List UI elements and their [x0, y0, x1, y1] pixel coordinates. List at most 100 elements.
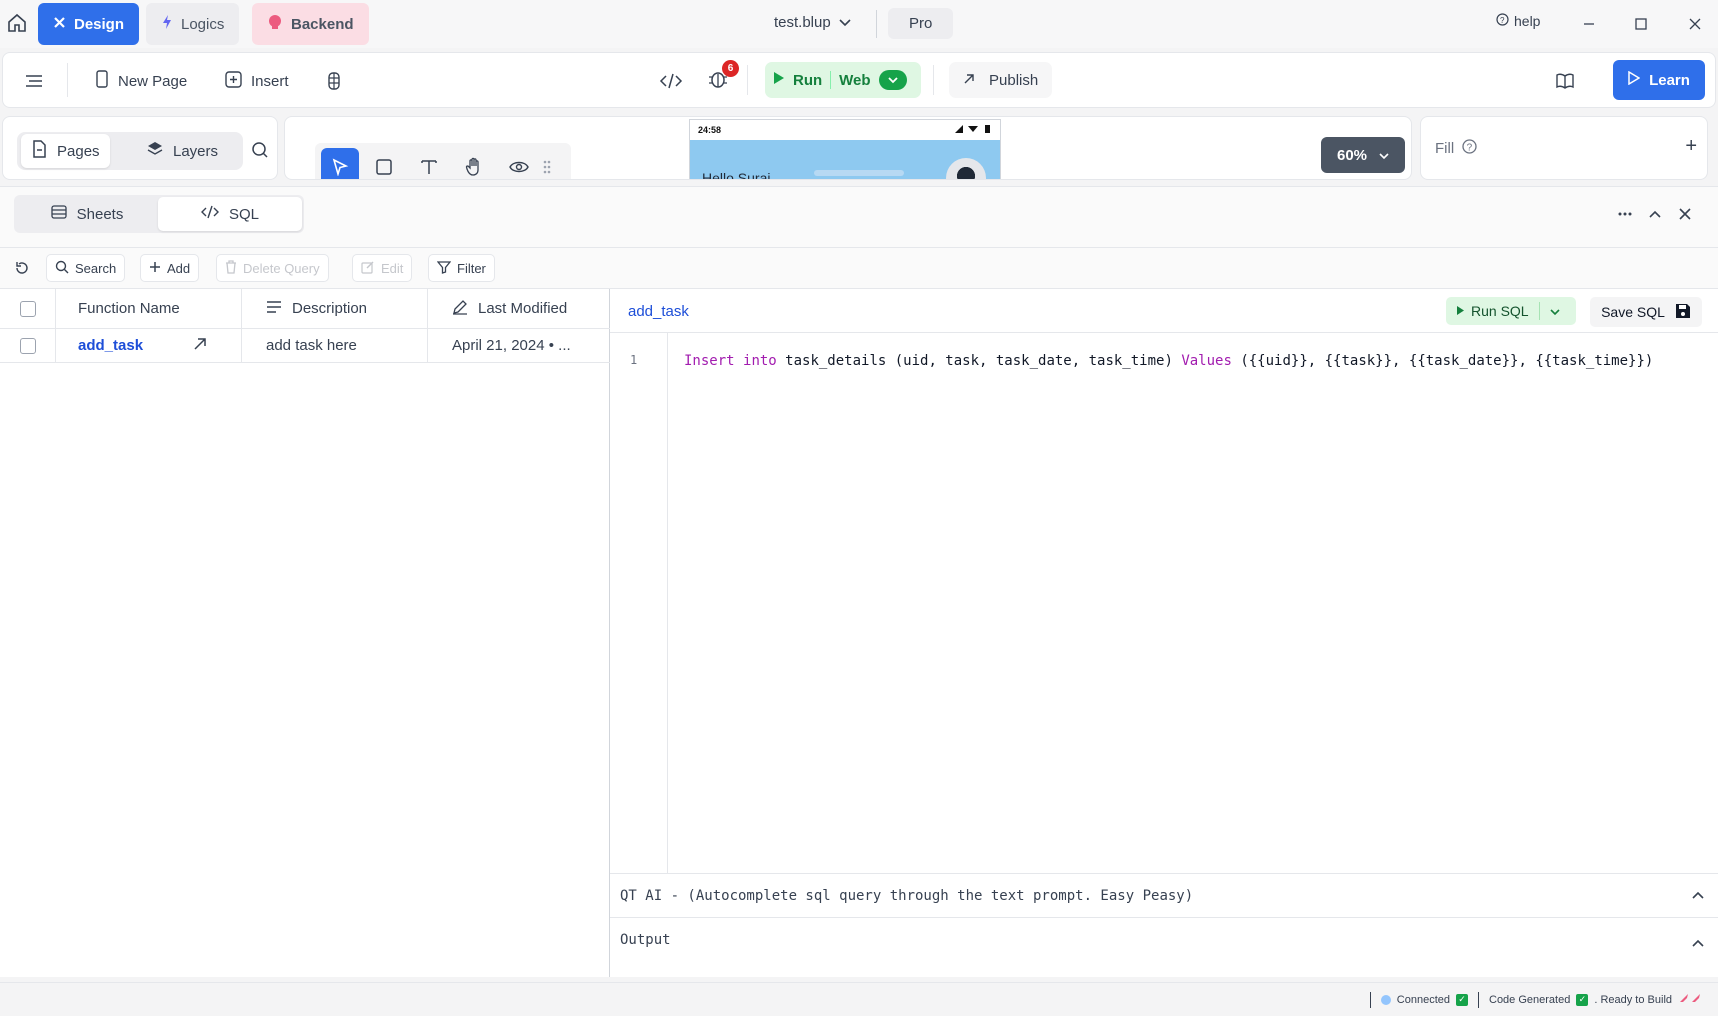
output-panel-toggle[interactable]: Output — [610, 917, 1718, 977]
search-icon[interactable] — [251, 141, 269, 162]
learn-button[interactable]: Learn — [1613, 60, 1705, 100]
collapse-panel-icon[interactable] — [1644, 203, 1666, 225]
filter-label: Filter — [457, 260, 486, 276]
function-name-link[interactable]: add_task — [78, 337, 143, 354]
add-fill-icon[interactable]: + — [1685, 135, 1697, 158]
avatar — [946, 158, 986, 179]
fill-section: Fill ? — [1435, 139, 1477, 158]
insert-label: Insert — [251, 72, 289, 90]
error-count-badge: 6 — [722, 60, 739, 77]
edit-icon — [361, 260, 375, 277]
search-icon — [55, 260, 69, 277]
code-area[interactable]: Insert into task_details (uid, task, tas… — [668, 333, 1718, 873]
row-checkbox[interactable] — [19, 337, 36, 354]
build-status: . Ready to Build — [1594, 993, 1672, 1006]
delete-query-button[interactable]: Delete Query — [216, 254, 329, 282]
toolbar-divider — [747, 65, 748, 95]
table-row[interactable]: add_task — [56, 329, 242, 363]
open-link-icon[interactable] — [193, 337, 207, 355]
plan-badge[interactable]: Pro — [888, 8, 954, 39]
logics-mode-button[interactable]: Logics — [146, 3, 240, 45]
design-mode-label: Design — [74, 15, 125, 33]
tab-pages[interactable]: Pages — [21, 134, 110, 168]
select-tool-icon[interactable] — [321, 148, 359, 179]
figma-icon[interactable] — [327, 68, 341, 94]
book-icon[interactable] — [1555, 68, 1575, 94]
platform-dropdown[interactable] — [878, 70, 907, 90]
design-mode-button[interactable]: Design — [38, 3, 140, 45]
pages-icon — [31, 140, 47, 162]
tab-sql[interactable]: SQL — [158, 197, 302, 231]
preview-eye-icon[interactable] — [500, 148, 538, 179]
help-label: help — [1514, 13, 1541, 29]
text-tool-icon[interactable] — [410, 148, 448, 179]
learn-label: Learn — [1649, 71, 1690, 89]
status-bar: Connected ✓ Code Generated ✓ . Ready to … — [0, 982, 1718, 1016]
question-icon: ? — [1496, 13, 1509, 29]
help-link[interactable]: ? help — [1496, 13, 1540, 29]
backend-tabs: Sheets SQL — [14, 195, 304, 233]
rectangle-tool-icon[interactable] — [365, 148, 403, 179]
save-sql-button[interactable]: Save SQL — [1590, 297, 1702, 327]
arrow-up-right-icon — [963, 72, 975, 89]
delete-label: Delete Query — [243, 260, 320, 276]
run-button[interactable]: Run — [793, 72, 822, 89]
insert-button[interactable]: Insert — [225, 68, 289, 94]
play-icon — [1456, 303, 1465, 319]
chevron-down-icon[interactable] — [1540, 303, 1570, 319]
pages-layers-switch: Pages Layers — [17, 132, 243, 170]
description-cell: add task here — [242, 329, 428, 363]
qt-ai-panel-toggle[interactable]: QT AI - (Autocomplete sql query through … — [610, 873, 1718, 917]
column-header-last-modified[interactable]: Last Modified — [428, 289, 610, 329]
question-icon[interactable]: ? — [1462, 139, 1477, 158]
phone-preview[interactable]: 24:58 Hello Suraj — [689, 119, 1001, 180]
column-header-description[interactable]: Description — [242, 289, 428, 329]
menu-icon[interactable] — [25, 68, 43, 94]
new-page-button[interactable]: New Page — [95, 68, 187, 94]
hand-tool-icon[interactable] — [455, 148, 493, 179]
title-bar: Design Logics Backend test.blup Pro ? he… — [0, 0, 1718, 48]
column-header-function-name[interactable]: Function Name — [56, 289, 242, 329]
more-options-icon[interactable] — [1614, 203, 1636, 225]
status-divider — [1478, 991, 1479, 1008]
zoom-dropdown[interactable]: 60% — [1321, 137, 1405, 173]
run-sql-button[interactable]: Run SQL — [1446, 302, 1540, 320]
phone-placeholder-bar — [814, 170, 904, 176]
toolbar-divider — [933, 65, 934, 95]
run-sql-label: Run SQL — [1471, 303, 1529, 319]
canvas-area: 24:58 Hello Suraj 60% — [284, 116, 1412, 180]
edit-button[interactable]: Edit — [352, 254, 413, 282]
properties-panel: Fill ? + — [1420, 116, 1708, 180]
project-file-dropdown[interactable]: test.blup — [774, 14, 851, 31]
phone-time: 24:58 — [698, 125, 722, 135]
close-panel-icon[interactable] — [1674, 203, 1696, 225]
select-all-checkbox[interactable] — [19, 300, 36, 317]
debug-button[interactable]: 6 — [707, 60, 739, 94]
home-icon[interactable] — [6, 12, 28, 34]
pages-layers-panel: Pages Layers — [2, 116, 278, 180]
add-query-button[interactable]: Add — [140, 254, 200, 282]
close-window-icon[interactable] — [1684, 13, 1706, 35]
design-icon — [53, 16, 66, 33]
logics-mode-label: Logics — [181, 15, 225, 33]
text-lines-icon — [266, 300, 282, 317]
new-page-label: New Page — [118, 72, 188, 90]
refresh-icon[interactable] — [14, 260, 30, 279]
qt-ai-label: QT AI - (Autocomplete sql query through … — [620, 887, 1194, 904]
drag-handle-icon[interactable] — [537, 148, 557, 179]
phone-greeting: Hello Suraj — [702, 170, 771, 180]
play-icon[interactable] — [773, 71, 785, 89]
row-select-cell — [0, 329, 56, 363]
backend-mode-button[interactable]: Backend — [252, 3, 369, 45]
tab-sheets[interactable]: Sheets — [18, 197, 156, 231]
sql-keyword: Values — [1181, 353, 1232, 369]
zoom-level: 60% — [1336, 146, 1368, 164]
search-button[interactable]: Search — [46, 254, 126, 282]
filter-button[interactable]: Filter — [428, 254, 495, 282]
minimize-icon[interactable] — [1578, 13, 1600, 35]
maximize-icon[interactable] — [1630, 13, 1652, 35]
platform-label: Web — [839, 71, 871, 89]
code-view-icon[interactable] — [659, 68, 683, 94]
publish-button[interactable]: Publish — [949, 62, 1053, 98]
tab-layers[interactable]: Layers — [137, 134, 228, 168]
